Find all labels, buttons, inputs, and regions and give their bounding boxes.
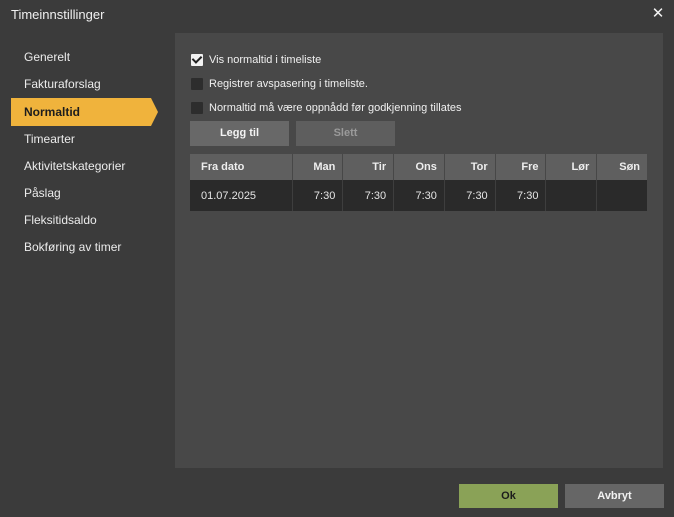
sidebar-item-paslag[interactable]: Påslag bbox=[0, 180, 175, 207]
column-header-son[interactable]: Søn bbox=[597, 154, 647, 180]
table-header: Fra dato Man Tir Ons Tor Fre Lør Søn bbox=[190, 154, 647, 180]
require-normaltid-checkbox[interactable] bbox=[191, 102, 203, 114]
normaltid-table: Fra dato Man Tir Ons Tor Fre Lør Søn 01.… bbox=[190, 154, 647, 211]
cell-tir[interactable]: 7:30 bbox=[343, 180, 395, 211]
column-header-fra-dato[interactable]: Fra dato bbox=[190, 154, 293, 180]
column-header-lor[interactable]: Lør bbox=[546, 154, 598, 180]
cell-fre[interactable]: 7:30 bbox=[496, 180, 547, 211]
table-row[interactable]: 01.07.2025 7:30 7:30 7:30 7:30 7:30 bbox=[190, 180, 647, 211]
column-header-tir[interactable]: Tir bbox=[343, 154, 395, 180]
sidebar-item-fakturaforslag[interactable]: Fakturaforslag bbox=[0, 71, 175, 98]
column-header-tor[interactable]: Tor bbox=[445, 154, 496, 180]
ok-button[interactable]: Ok bbox=[459, 484, 558, 508]
cell-tor[interactable]: 7:30 bbox=[445, 180, 496, 211]
column-header-man[interactable]: Man bbox=[293, 154, 344, 180]
sidebar-item-fleksitidsaldo[interactable]: Fleksitidsaldo bbox=[0, 207, 175, 234]
cell-son[interactable] bbox=[597, 180, 647, 211]
add-button[interactable]: Legg til bbox=[190, 121, 289, 146]
normaltid-panel: Vis normaltid i timeliste Registrer avsp… bbox=[175, 33, 663, 468]
title-bar: Timeinnstillinger ✕ bbox=[0, 0, 674, 30]
cell-lor[interactable] bbox=[546, 180, 598, 211]
cell-man[interactable]: 7:30 bbox=[293, 180, 344, 211]
register-avspasering-checkbox[interactable] bbox=[191, 78, 203, 90]
column-header-fre[interactable]: Fre bbox=[496, 154, 547, 180]
cell-fra-dato[interactable]: 01.07.2025 bbox=[190, 180, 293, 211]
sidebar-item-aktivitetskategorier[interactable]: Aktivitetskategorier bbox=[0, 153, 175, 180]
cell-ons[interactable]: 7:30 bbox=[394, 180, 445, 211]
sidebar-item-generelt[interactable]: Generelt bbox=[0, 44, 175, 71]
column-header-ons[interactable]: Ons bbox=[394, 154, 445, 180]
settings-sidebar: Generelt Fakturaforslag Normaltid Timear… bbox=[0, 44, 175, 261]
option-label: Registrer avspasering i timeliste. bbox=[209, 78, 368, 90]
option-label: Vis normaltid i timeliste bbox=[209, 54, 322, 66]
close-icon[interactable]: ✕ bbox=[651, 6, 665, 22]
sidebar-item-normaltid[interactable]: Normaltid bbox=[11, 98, 158, 126]
cancel-button[interactable]: Avbryt bbox=[565, 484, 664, 508]
window-title: Timeinnstillinger bbox=[11, 7, 105, 22]
sidebar-item-bokforing[interactable]: Bokføring av timer bbox=[0, 234, 175, 261]
sidebar-item-timearter[interactable]: Timearter bbox=[0, 126, 175, 153]
option-register-avspasering: Registrer avspasering i timeliste. bbox=[191, 76, 368, 92]
option-show-normaltid: Vis normaltid i timeliste bbox=[191, 52, 321, 68]
option-label: Normaltid må være oppnådd før godkjennin… bbox=[209, 102, 462, 114]
option-require-normaltid: Normaltid må være oppnådd før godkjennin… bbox=[191, 100, 462, 116]
show-normaltid-checkbox[interactable] bbox=[191, 54, 203, 66]
delete-button[interactable]: Slett bbox=[296, 121, 395, 146]
